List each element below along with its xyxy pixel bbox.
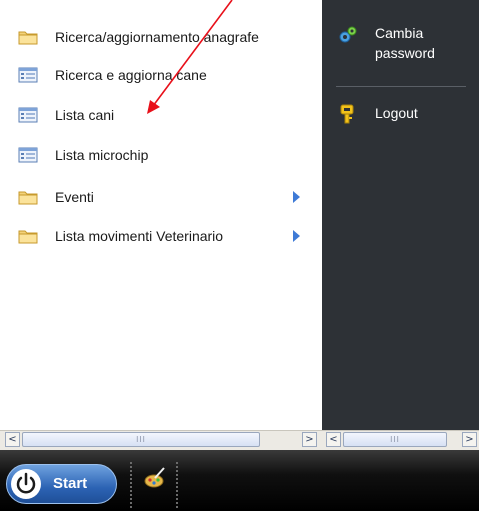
taskbar: Start — [0, 450, 479, 511]
scroll-right-button[interactable]: > — [302, 432, 317, 447]
scroll-thumb[interactable]: III — [22, 432, 260, 447]
left-horizontal-scrollbar[interactable]: < III > — [0, 430, 322, 450]
power-icon — [11, 469, 41, 499]
scroll-thumb[interactable]: III — [343, 432, 447, 447]
paint-app-icon[interactable] — [143, 466, 167, 490]
start-label: Start — [53, 475, 88, 492]
right-horizontal-scrollbar[interactable]: < III > — [322, 430, 479, 450]
scroll-left-button[interactable]: < — [5, 432, 20, 447]
scroll-right-button[interactable]: > — [462, 432, 477, 447]
start-button[interactable]: Start — [6, 464, 117, 504]
toolbar-separator — [130, 462, 134, 508]
scroll-left-button[interactable]: < — [326, 432, 341, 447]
toolbar-separator — [176, 462, 180, 508]
